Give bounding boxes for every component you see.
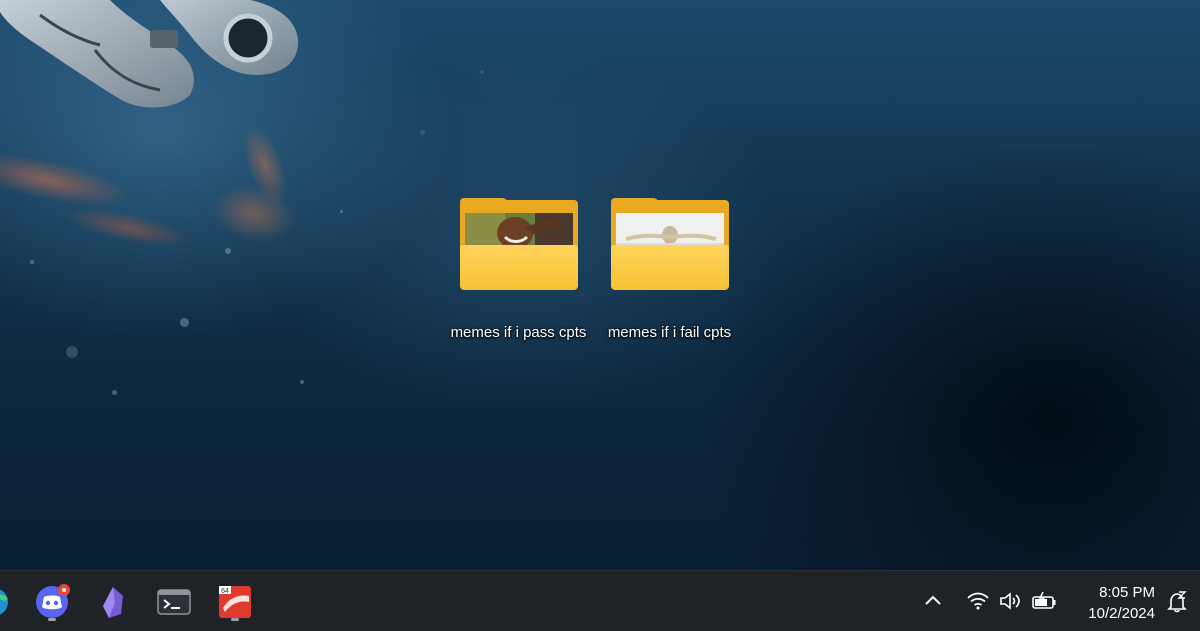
notification-icon: [1167, 591, 1187, 613]
battery-button[interactable]: [1031, 591, 1057, 616]
clock-time: 8:05 PM: [1099, 584, 1155, 601]
discord-icon: [36, 584, 70, 618]
folder-label: memes if i fail cpts: [607, 324, 732, 341]
desktop-folder-pass[interactable]: memes if i pass cpts: [446, 198, 591, 344]
folder-thumbnail-image: [615, 213, 724, 249]
clock[interactable]: 8:05 PM 10/2/2024: [1088, 582, 1155, 624]
desktop-folder-fail[interactable]: memes if i fail cpts: [597, 198, 742, 344]
kali-badge-text: 64: [221, 588, 229, 595]
particle: [420, 130, 425, 135]
taskbar-app-terminal[interactable]: [154, 582, 194, 622]
folder-icon: [610, 198, 729, 293]
volume-icon: [1000, 592, 1020, 610]
particle: [225, 248, 231, 254]
particle: [66, 346, 78, 358]
taskbar: 64 8:05 PM 10/2/2024: [0, 570, 1200, 631]
obsidian-icon: [103, 587, 123, 618]
particle: [480, 70, 484, 74]
taskbar-app-edge[interactable]: [0, 582, 14, 622]
desktop-wallpaper: memes if i pass cpts memes if i fail cpt…: [0, 0, 1200, 570]
taskbar-app-kali[interactable]: 64: [215, 582, 255, 622]
show-hidden-icons-button[interactable]: [923, 592, 943, 615]
particle: [180, 318, 189, 327]
network-button[interactable]: [966, 591, 990, 616]
running-indicator: [231, 618, 239, 621]
particle: [112, 390, 117, 395]
edge-icon: [0, 589, 8, 615]
folder-icon: [459, 198, 578, 293]
kali-64-icon: 64: [219, 586, 251, 618]
wifi-icon: [967, 592, 989, 610]
folder-thumbnail-image: [464, 213, 573, 249]
clock-date: 10/2/2024: [1088, 605, 1155, 622]
folder-label: memes if i pass cpts: [450, 324, 587, 341]
taskbar-app-obsidian[interactable]: [93, 582, 133, 622]
running-indicator: [48, 618, 56, 621]
notification-center-button[interactable]: [1165, 590, 1189, 619]
chevron-up-icon: [925, 595, 941, 605]
particle: [30, 260, 34, 264]
astronaut-image: [0, 0, 299, 108]
particle: [340, 210, 343, 213]
terminal-icon: [157, 589, 191, 615]
particle: [300, 380, 304, 384]
taskbar-app-discord[interactable]: [32, 582, 72, 622]
battery-icon: [1032, 591, 1056, 609]
volume-button[interactable]: [998, 591, 1022, 616]
